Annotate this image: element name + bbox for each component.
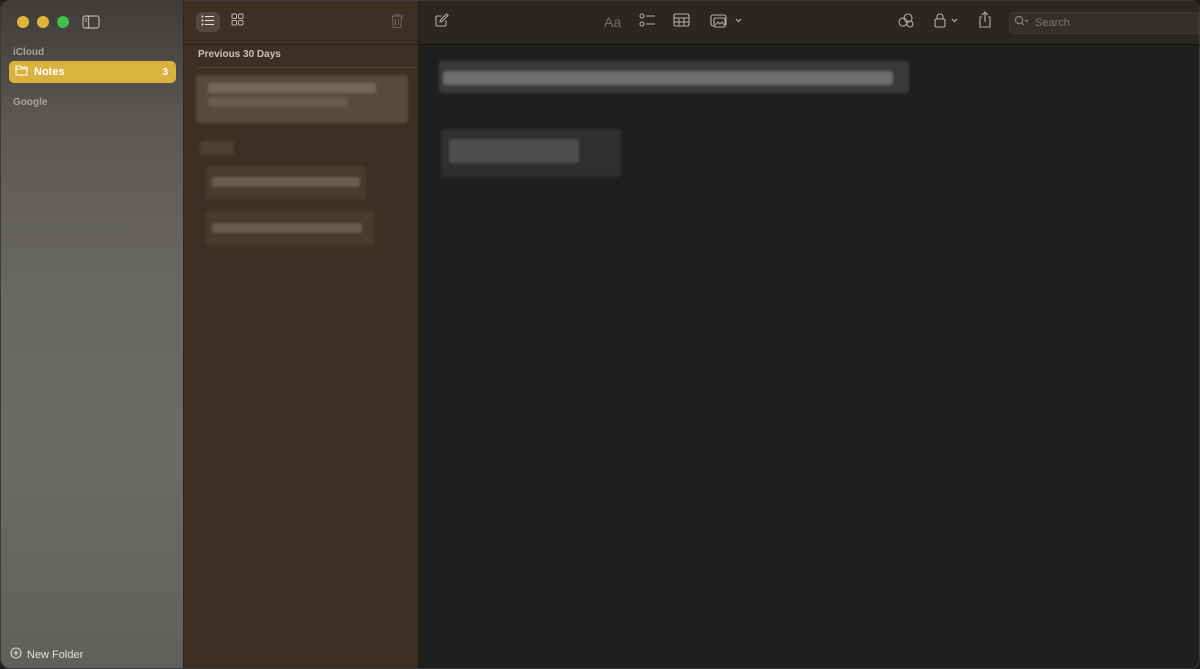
folder-icon bbox=[15, 63, 28, 81]
table-icon[interactable] bbox=[673, 13, 690, 27]
folder-label: Notes bbox=[34, 66, 65, 78]
note-list-toolbar bbox=[184, 1, 418, 45]
section-label-icloud: iCloud bbox=[13, 47, 45, 58]
note-editor[interactable]: Aa bbox=[419, 1, 1199, 668]
divider bbox=[196, 67, 418, 68]
redacted-text bbox=[208, 83, 376, 93]
section-label-google: Google bbox=[13, 97, 48, 108]
zoom-window-button[interactable] bbox=[57, 16, 69, 28]
sidebar-item-notes[interactable]: Notes 3 bbox=[9, 61, 176, 83]
grid-icon bbox=[231, 13, 244, 31]
note-list-pane: Previous 30 Days bbox=[184, 1, 419, 668]
text-format-button[interactable]: Aa bbox=[604, 14, 621, 30]
notes-window: iCloud Notes 3 Google New Folder Previou… bbox=[0, 0, 1200, 669]
new-folder-button[interactable]: New Folder bbox=[10, 647, 83, 662]
redacted-text bbox=[443, 71, 893, 85]
media-icon[interactable] bbox=[710, 13, 744, 28]
compose-icon[interactable] bbox=[435, 13, 449, 27]
plus-circle-icon bbox=[10, 647, 22, 662]
new-folder-label: New Folder bbox=[27, 648, 84, 661]
trash-icon[interactable] bbox=[390, 13, 404, 34]
note-list-section-header: Previous 30 Days bbox=[198, 49, 281, 60]
redacted-text bbox=[212, 223, 362, 233]
share-icon[interactable] bbox=[978, 11, 992, 29]
list-icon bbox=[201, 13, 215, 31]
redacted-text bbox=[449, 139, 579, 163]
folder-count: 3 bbox=[162, 66, 168, 78]
search-icon bbox=[1014, 14, 1030, 32]
minimize-window-button[interactable] bbox=[37, 16, 49, 28]
gallery-view-button[interactable] bbox=[225, 12, 249, 32]
editor-toolbar: Aa bbox=[419, 1, 1199, 45]
sidebar: iCloud Notes 3 Google New Folder bbox=[1, 1, 184, 668]
search-input[interactable] bbox=[1033, 16, 1187, 30]
lock-icon[interactable] bbox=[934, 13, 962, 28]
redacted-text bbox=[200, 141, 234, 155]
redacted-text bbox=[212, 177, 360, 187]
checklist-icon[interactable] bbox=[639, 13, 656, 28]
redacted-text bbox=[208, 97, 348, 107]
close-window-button[interactable] bbox=[17, 16, 29, 28]
list-view-button[interactable] bbox=[196, 12, 220, 32]
sidebar-toggle-icon[interactable] bbox=[82, 14, 100, 30]
window-controls bbox=[17, 16, 69, 28]
search-field[interactable] bbox=[1009, 12, 1199, 34]
collaborate-icon[interactable] bbox=[897, 13, 915, 28]
